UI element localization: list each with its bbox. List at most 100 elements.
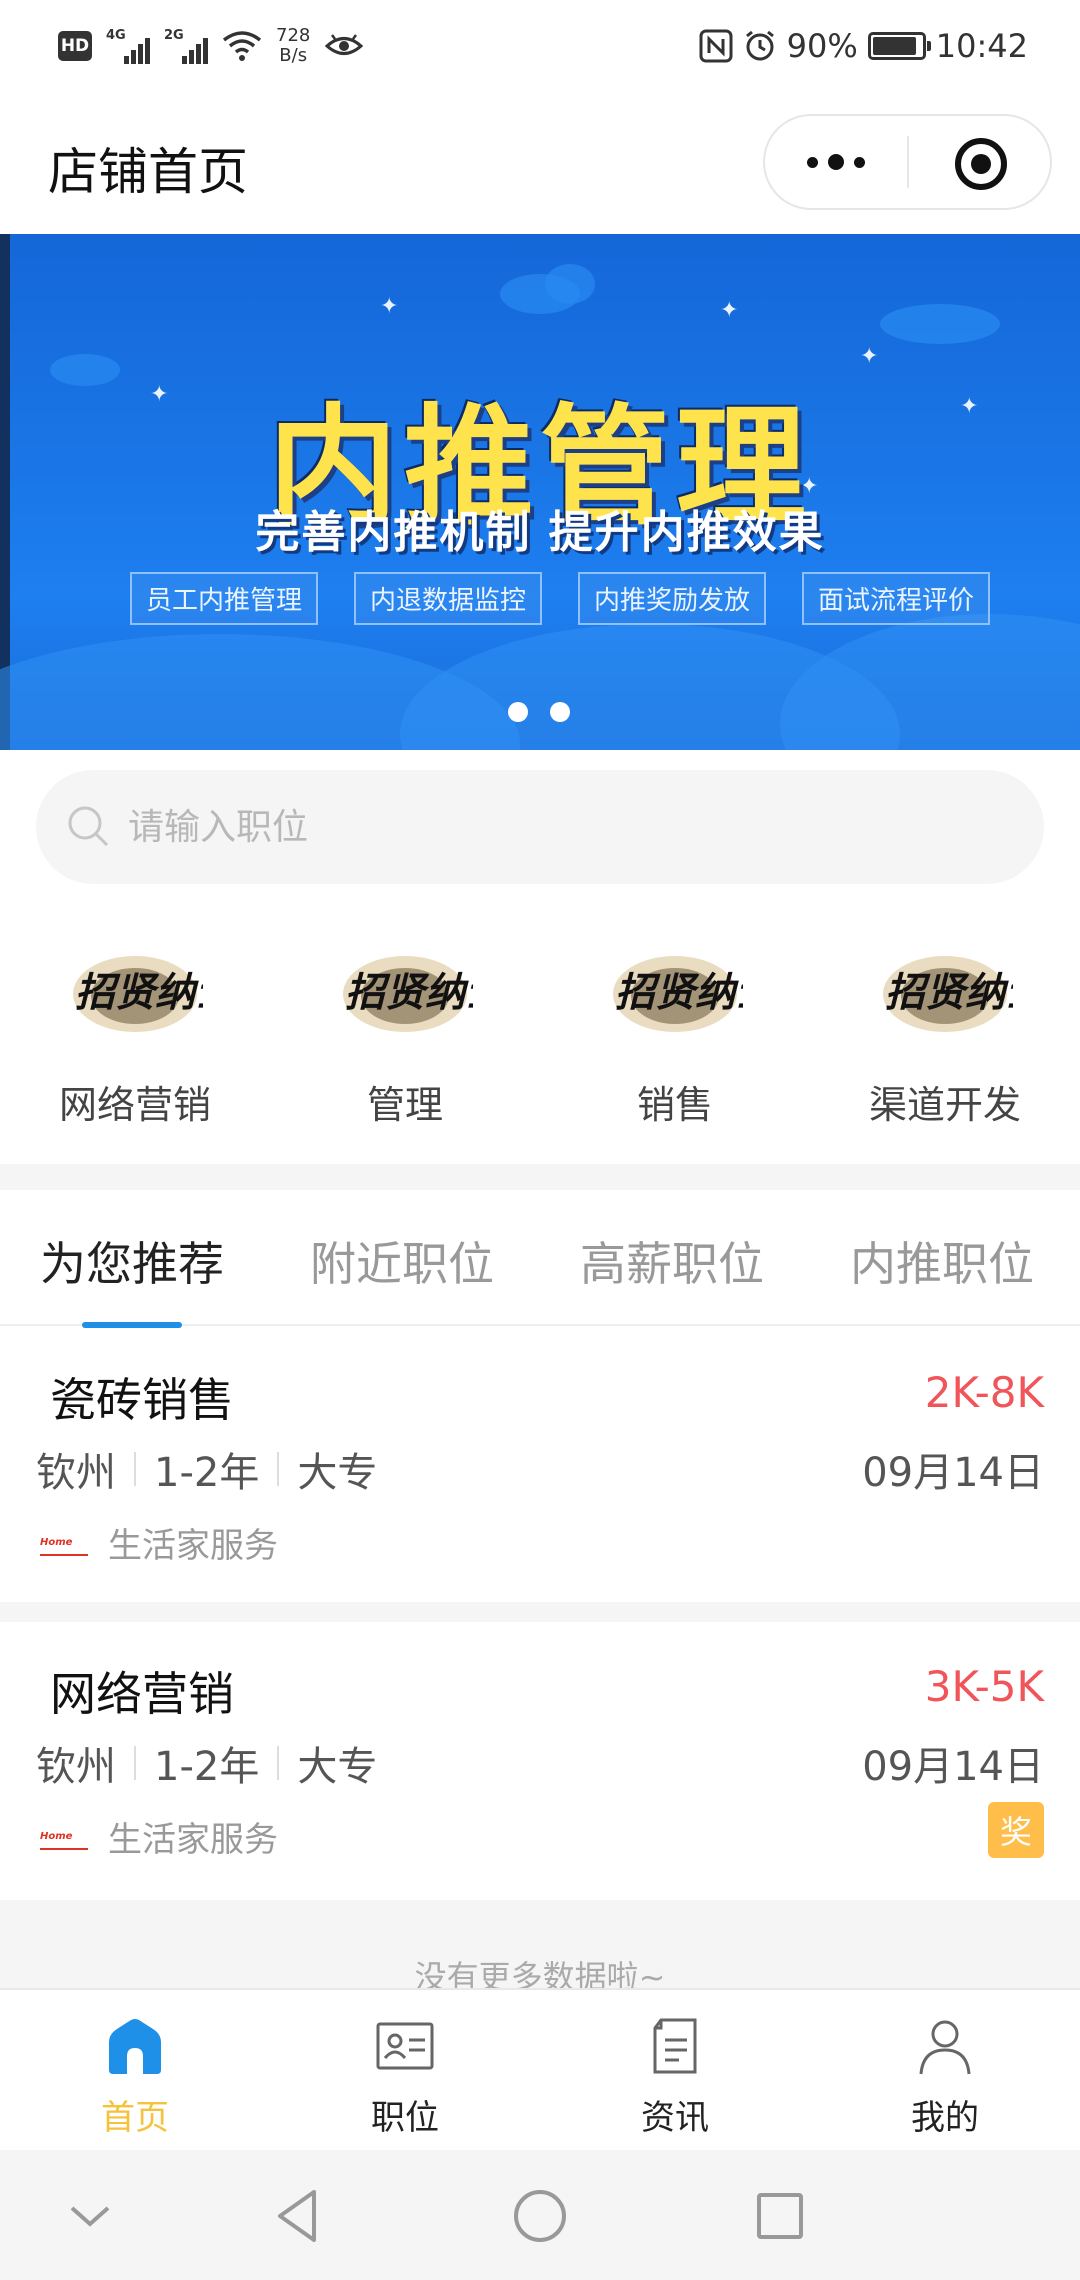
- job-experience: 1-2年: [154, 1744, 260, 1790]
- system-navigation-bar: [0, 2150, 1080, 2280]
- nav-bar: 店铺首页: [0, 92, 1080, 234]
- job-salary: 3K-5K: [924, 1662, 1044, 1711]
- eye-icon: [325, 34, 364, 55]
- search-input[interactable]: [128, 792, 988, 862]
- network-speed: 728 B/s: [276, 26, 310, 66]
- search-bar[interactable]: [36, 770, 1044, 884]
- section-divider: [0, 1164, 1080, 1190]
- tabbar-label: 职位: [371, 2098, 439, 2138]
- category-item[interactable]: 招贤纳士 渠道开发: [810, 934, 1080, 1154]
- status-right: 90% 10:42: [699, 18, 1028, 74]
- tabbar-label: 我的: [911, 2098, 979, 2138]
- speed-unit: B/s: [279, 45, 308, 66]
- mini-program-capsule: [763, 114, 1052, 210]
- alarm-icon: [745, 30, 774, 61]
- category-item[interactable]: 招贤纳士 销售: [540, 934, 810, 1154]
- recruit-logo-icon: 招贤纳士: [73, 956, 203, 1032]
- carousel-indicator: [508, 702, 580, 722]
- job-card[interactable]: 瓷砖销售 2K-8K 钦州 1-2年 大专 09月14日 Home 生活家服务: [0, 1328, 1080, 1602]
- star-decoration: ✦: [380, 294, 399, 319]
- wifi-icon: [222, 31, 262, 61]
- category-item[interactable]: 招贤纳士 管理: [270, 934, 540, 1154]
- company-logo: Home: [40, 1824, 88, 1850]
- user-icon: [919, 2020, 971, 2075]
- collapse-chevron-icon[interactable]: [60, 2186, 120, 2246]
- nfc-icon: [699, 29, 733, 63]
- meta-separator: [134, 1452, 136, 1486]
- tabbar-jobs[interactable]: 职位: [270, 1990, 540, 2150]
- home-circle-icon[interactable]: [510, 2186, 570, 2246]
- job-date: 09月14日: [862, 1450, 1044, 1496]
- job-company: Home 生活家服务: [40, 1812, 278, 1861]
- banner-tags: 员工内推管理 内退数据监控 内推奖励发放 面试流程评价: [130, 572, 990, 625]
- logo-text: 招贤纳士: [75, 969, 203, 1016]
- job-salary: 2K-8K: [924, 1368, 1044, 1417]
- tabbar-label: 资讯: [641, 2098, 709, 2138]
- job-city: 钦州: [36, 1744, 116, 1790]
- recruit-logo-icon: 招贤纳士: [343, 956, 473, 1032]
- category-grid: 招贤纳士 网络营销 招贤纳士 管理 招贤纳士 销售 招贤纳士 渠道开发: [0, 934, 1080, 1154]
- reward-badge: 奖: [988, 1802, 1044, 1858]
- more-menu-button[interactable]: [765, 116, 907, 208]
- signal-4g-icon: 4G: [106, 28, 150, 64]
- back-icon[interactable]: [270, 2186, 330, 2246]
- category-label: 管理: [366, 1083, 443, 1127]
- tabbar-news[interactable]: 资讯: [540, 1990, 810, 2150]
- job-education: 大专: [297, 1744, 378, 1790]
- logo-text: 招贤纳士: [885, 969, 1013, 1016]
- home-icon: [109, 2019, 161, 2074]
- meta-separator: [277, 1452, 280, 1486]
- tab-nearby[interactable]: 附近职位: [310, 1228, 494, 1294]
- logo-text: 招贤纳士: [615, 969, 743, 1016]
- signal-2g-icon: 2G: [164, 28, 208, 64]
- recruit-logo-icon: 招贤纳士: [883, 956, 1013, 1032]
- job-date: 09月14日: [862, 1744, 1044, 1790]
- job-tabs: 为您推荐 附近职位 高薪职位 内推职位: [0, 1190, 1080, 1328]
- capsule-divider: [907, 136, 909, 188]
- company-name: 生活家服务: [108, 1820, 278, 1860]
- banner-carousel[interactable]: ✦ ✦ ✦ ✦ ✦ ✦ 内推管理 完善内推机制 提升内推效果 员工内推管理 内退…: [0, 234, 1080, 750]
- job-company: Home 生活家服务: [40, 1518, 278, 1567]
- banner-tag: 面试流程评价: [801, 572, 990, 625]
- hd-icon: HD: [58, 31, 92, 61]
- job-experience: 1-2年: [154, 1450, 260, 1496]
- page-title: 店铺首页: [48, 143, 248, 201]
- job-card[interactable]: 网络营销 3K-5K 钦州 1-2年 大专 09月14日 Home 生活家服务 …: [0, 1622, 1080, 1900]
- recruit-logo-icon: 招贤纳士: [613, 956, 743, 1032]
- recent-apps-icon[interactable]: [750, 2186, 810, 2246]
- battery-percent: 90%: [786, 27, 858, 65]
- category-item[interactable]: 招贤纳士 网络营销: [0, 934, 270, 1154]
- close-mini-program-button[interactable]: [955, 138, 1007, 190]
- star-decoration: ✦: [720, 298, 739, 323]
- banner-subtitle: 完善内推机制 提升内推效果: [255, 507, 825, 558]
- job-title: 瓷砖销售: [50, 1373, 234, 1427]
- battery-icon: [867, 32, 931, 60]
- tab-recommended[interactable]: 为您推荐: [40, 1228, 224, 1294]
- category-label: 渠道开发: [868, 1083, 1021, 1127]
- meta-separator: [277, 1746, 280, 1780]
- job-title: 网络营销: [50, 1667, 234, 1721]
- tabbar-me[interactable]: 我的: [810, 1990, 1080, 2150]
- speed-value: 728: [276, 25, 311, 46]
- meta-separator: [134, 1746, 136, 1780]
- logo-text: 招贤纳士: [345, 969, 473, 1016]
- bottom-tab-bar: 首页 职位 资讯 我的: [0, 1988, 1080, 2150]
- network-type-2: 2G: [164, 28, 184, 43]
- card-divider: [0, 1602, 1080, 1624]
- search-icon: [68, 806, 109, 847]
- tabbar-label: 首页: [101, 2098, 169, 2138]
- document-icon: [653, 2018, 697, 2074]
- cloud-decoration: [880, 304, 1000, 344]
- carousel-dot[interactable]: [508, 702, 538, 722]
- tab-high-salary[interactable]: 高薪职位: [580, 1228, 764, 1294]
- hill-decoration: [780, 614, 1080, 750]
- job-education: 大专: [297, 1450, 378, 1496]
- tabbar-home[interactable]: 首页: [0, 1990, 270, 2150]
- id-card-icon: [376, 2022, 434, 2070]
- network-type-1: 4G: [106, 28, 126, 43]
- tab-referral[interactable]: 内推职位: [850, 1228, 1034, 1294]
- job-meta: 钦州 1-2年 大专: [36, 1440, 377, 1498]
- company-logo: Home: [40, 1530, 88, 1556]
- category-label: 网络营销: [58, 1083, 211, 1127]
- carousel-dot[interactable]: [550, 702, 580, 722]
